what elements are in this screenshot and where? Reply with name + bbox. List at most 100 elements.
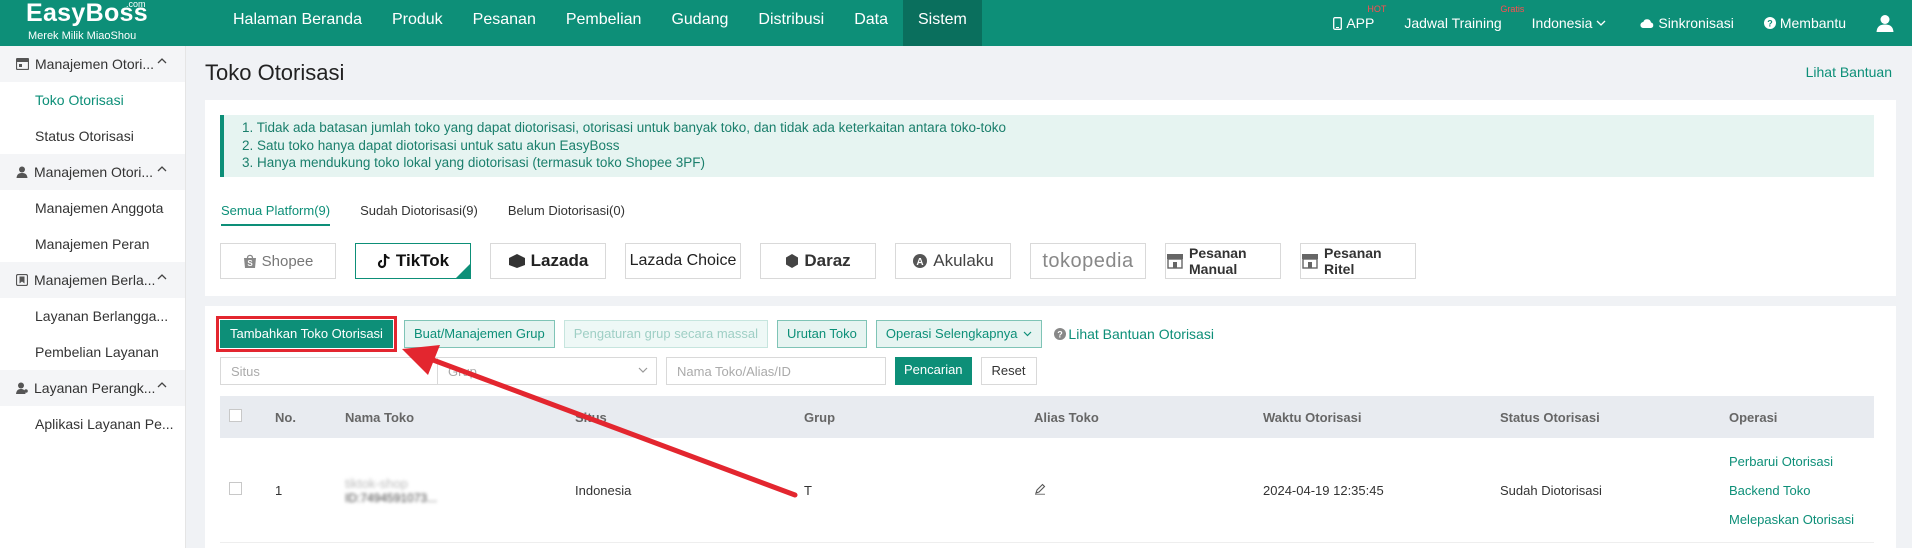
- help-link-top[interactable]: ? Membantu: [1763, 15, 1846, 31]
- row-operations: Perbarui Otorisasi Backend Toko Melepask…: [1729, 447, 1874, 534]
- bulk-group-button[interactable]: Pengaturan grup secara massal: [563, 320, 769, 348]
- platform-label: Lazada Choice: [629, 252, 737, 269]
- group-input[interactable]: [448, 363, 646, 379]
- platform-daraz[interactable]: Daraz: [760, 243, 876, 279]
- platform-akulaku[interactable]: A Akulaku: [895, 243, 1011, 279]
- person-gear-icon: [16, 382, 28, 394]
- chevron-up-icon: [157, 166, 167, 172]
- nav-warehouse[interactable]: Gudang: [656, 0, 743, 46]
- notice-line: 3. Hanya mendukung toko lokal yang dioto…: [242, 155, 706, 170]
- search-field[interactable]: [666, 357, 886, 385]
- sync-link[interactable]: Sinkronisasi: [1640, 15, 1734, 31]
- nav-data[interactable]: Data: [839, 0, 903, 46]
- sidebar-item-pembelian-layanan[interactable]: Pembelian Layanan: [0, 334, 185, 370]
- group-select[interactable]: [437, 357, 657, 385]
- lazada-icon: [508, 253, 526, 269]
- row-alias-cell: [1034, 483, 1263, 498]
- training-label: Jadwal Training: [1404, 15, 1502, 31]
- platform-lazada[interactable]: Lazada: [490, 243, 606, 279]
- reset-button[interactable]: Reset: [980, 357, 1037, 385]
- right-nav: APP HOT Jadwal Training Gratis Indonesia…: [1333, 0, 1912, 46]
- search-input[interactable]: [677, 363, 875, 379]
- action-bar: Tambahkan Toko Otorisasi Buat/Manajemen …: [216, 316, 1214, 352]
- platform-pesanan-ritel[interactable]: Pesanan Ritel: [1300, 243, 1416, 279]
- nav-orders[interactable]: Pesanan: [458, 0, 551, 46]
- row-checkbox[interactable]: [229, 482, 242, 495]
- sidebar-item-toko-otorisasi[interactable]: Toko Otorisasi: [0, 82, 185, 118]
- row-auth-time: 2024-04-19 12:35:45: [1263, 482, 1384, 498]
- renew-auth-link[interactable]: Perbarui Otorisasi: [1729, 447, 1874, 476]
- select-all-checkbox[interactable]: [229, 409, 242, 422]
- svg-text:?: ?: [1767, 19, 1773, 29]
- top-navbar: EasyBoss .com Merek Milik MiaoShou Halam…: [0, 0, 1912, 46]
- sidebar-group-label: Manajemen Otori...: [35, 56, 155, 72]
- site-select[interactable]: [220, 357, 440, 385]
- col-no: No.: [275, 409, 296, 425]
- add-store-button[interactable]: Tambahkan Toko Otorisasi: [216, 316, 397, 352]
- auth-help-link[interactable]: ? Lihat Bantuan Otorisasi: [1054, 326, 1214, 342]
- nav-home[interactable]: Halaman Beranda: [218, 0, 377, 46]
- help-link[interactable]: Lihat Bantuan: [1806, 64, 1892, 80]
- platform-lazada-choice[interactable]: Lazada Choice: [625, 243, 741, 279]
- col-operations: Operasi: [1729, 409, 1778, 425]
- sidebar: Manajemen Otori... Toko Otorisasi Status…: [0, 46, 186, 548]
- daraz-icon: [785, 253, 799, 269]
- col-alias: Alias Toko: [1034, 409, 1099, 425]
- user-avatar[interactable]: [1876, 14, 1898, 32]
- platform-tokopedia[interactable]: tokopedia: [1030, 243, 1146, 279]
- store-backend-link[interactable]: Backend Toko: [1729, 476, 1874, 505]
- svg-text:A: A: [917, 257, 924, 268]
- sidebar-group-label: Manajemen Otori...: [34, 164, 154, 180]
- search-button[interactable]: Pencarian: [895, 357, 972, 385]
- platform-label: TikTok: [395, 251, 450, 270]
- site-input[interactable]: [231, 363, 429, 379]
- main-nav: Halaman Beranda Produk Pesanan Pembelian…: [218, 0, 982, 46]
- tab-all-platforms[interactable]: Semua Platform(9): [221, 203, 331, 226]
- platform-card: 1. Tidak ada batasan jumlah toko yang da…: [205, 100, 1896, 296]
- platform-tiktok[interactable]: TikTok: [355, 243, 471, 279]
- nav-purchase[interactable]: Pembelian: [551, 0, 657, 46]
- hot-badge: HOT: [1367, 4, 1387, 14]
- language-select[interactable]: Indonesia: [1532, 15, 1611, 31]
- header-checkbox-cell: [220, 409, 275, 425]
- notice-line: 1. Tidak ada batasan jumlah toko yang da…: [242, 120, 1006, 135]
- sidebar-item-status-otorisasi[interactable]: Status Otorisasi: [0, 118, 185, 154]
- release-auth-link[interactable]: Melepaskan Otorisasi: [1729, 505, 1874, 534]
- tab-authorized[interactable]: Sudah Diotorisasi(9): [360, 203, 478, 226]
- nav-products[interactable]: Produk: [377, 0, 458, 46]
- group-manage-button[interactable]: Buat/Manajemen Grup: [403, 320, 555, 348]
- filter-bar: Pencarian Reset: [220, 357, 1037, 385]
- nav-system[interactable]: Sistem: [902, 0, 982, 46]
- edit-icon[interactable]: [1034, 483, 1046, 495]
- sidebar-item-manajemen-peran[interactable]: Manajemen Peran: [0, 226, 185, 262]
- table-header: No. Nama Toko Situs Grup Alias Toko Wakt…: [220, 396, 1874, 438]
- chevron-down-icon: [1596, 20, 1606, 26]
- platform-label: Pesanan Ritel: [1324, 245, 1382, 277]
- training-link[interactable]: Jadwal Training Gratis: [1404, 4, 1524, 31]
- nav-distribution[interactable]: Distribusi: [743, 0, 839, 46]
- chevron-up-icon: [157, 58, 167, 64]
- more-ops-button[interactable]: Operasi Selengkapnya: [875, 320, 1043, 348]
- platform-list: S Shopee TikTok Lazada Lazada Choice Dar…: [220, 243, 1435, 279]
- row-store-name-cell: tiktok-shop ID:7494591073...: [345, 476, 575, 505]
- easyboss-logo[interactable]: EasyBoss .com Merek Milik MiaoShou: [26, 0, 186, 46]
- shop-icon: [1301, 253, 1319, 269]
- sidebar-group-subscription[interactable]: Manajemen Berla...: [0, 262, 185, 298]
- app-link[interactable]: APP HOT: [1333, 4, 1386, 31]
- col-store-name: Nama Toko: [345, 409, 415, 425]
- sidebar-item-manajemen-anggota[interactable]: Manajemen Anggota: [0, 190, 185, 226]
- col-auth-time: Waktu Otorisasi: [1263, 409, 1362, 425]
- help-label: Membantu: [1779, 15, 1846, 31]
- sidebar-group-device-service[interactable]: Layanan Perangk...: [0, 370, 185, 406]
- sidebar-item-layanan-berlangganan[interactable]: Layanan Berlangga...: [0, 298, 185, 334]
- tab-unauthorized[interactable]: Belum Diotorisasi(0): [508, 203, 625, 226]
- sidebar-group-store-auth[interactable]: Manajemen Otori...: [0, 46, 185, 82]
- platform-pesanan-manual[interactable]: Pesanan Manual: [1165, 243, 1281, 279]
- sidebar-group-member-auth[interactable]: Manajemen Otori...: [0, 154, 185, 190]
- sidebar-item-aplikasi-layanan[interactable]: Aplikasi Layanan Pe...: [0, 406, 185, 442]
- platform-shopee[interactable]: S Shopee: [220, 243, 336, 279]
- cloud-icon: [1640, 18, 1654, 28]
- bookmark-icon: [16, 274, 28, 286]
- store-order-button[interactable]: Urutan Toko: [777, 320, 867, 348]
- svg-text:?: ?: [1058, 330, 1064, 340]
